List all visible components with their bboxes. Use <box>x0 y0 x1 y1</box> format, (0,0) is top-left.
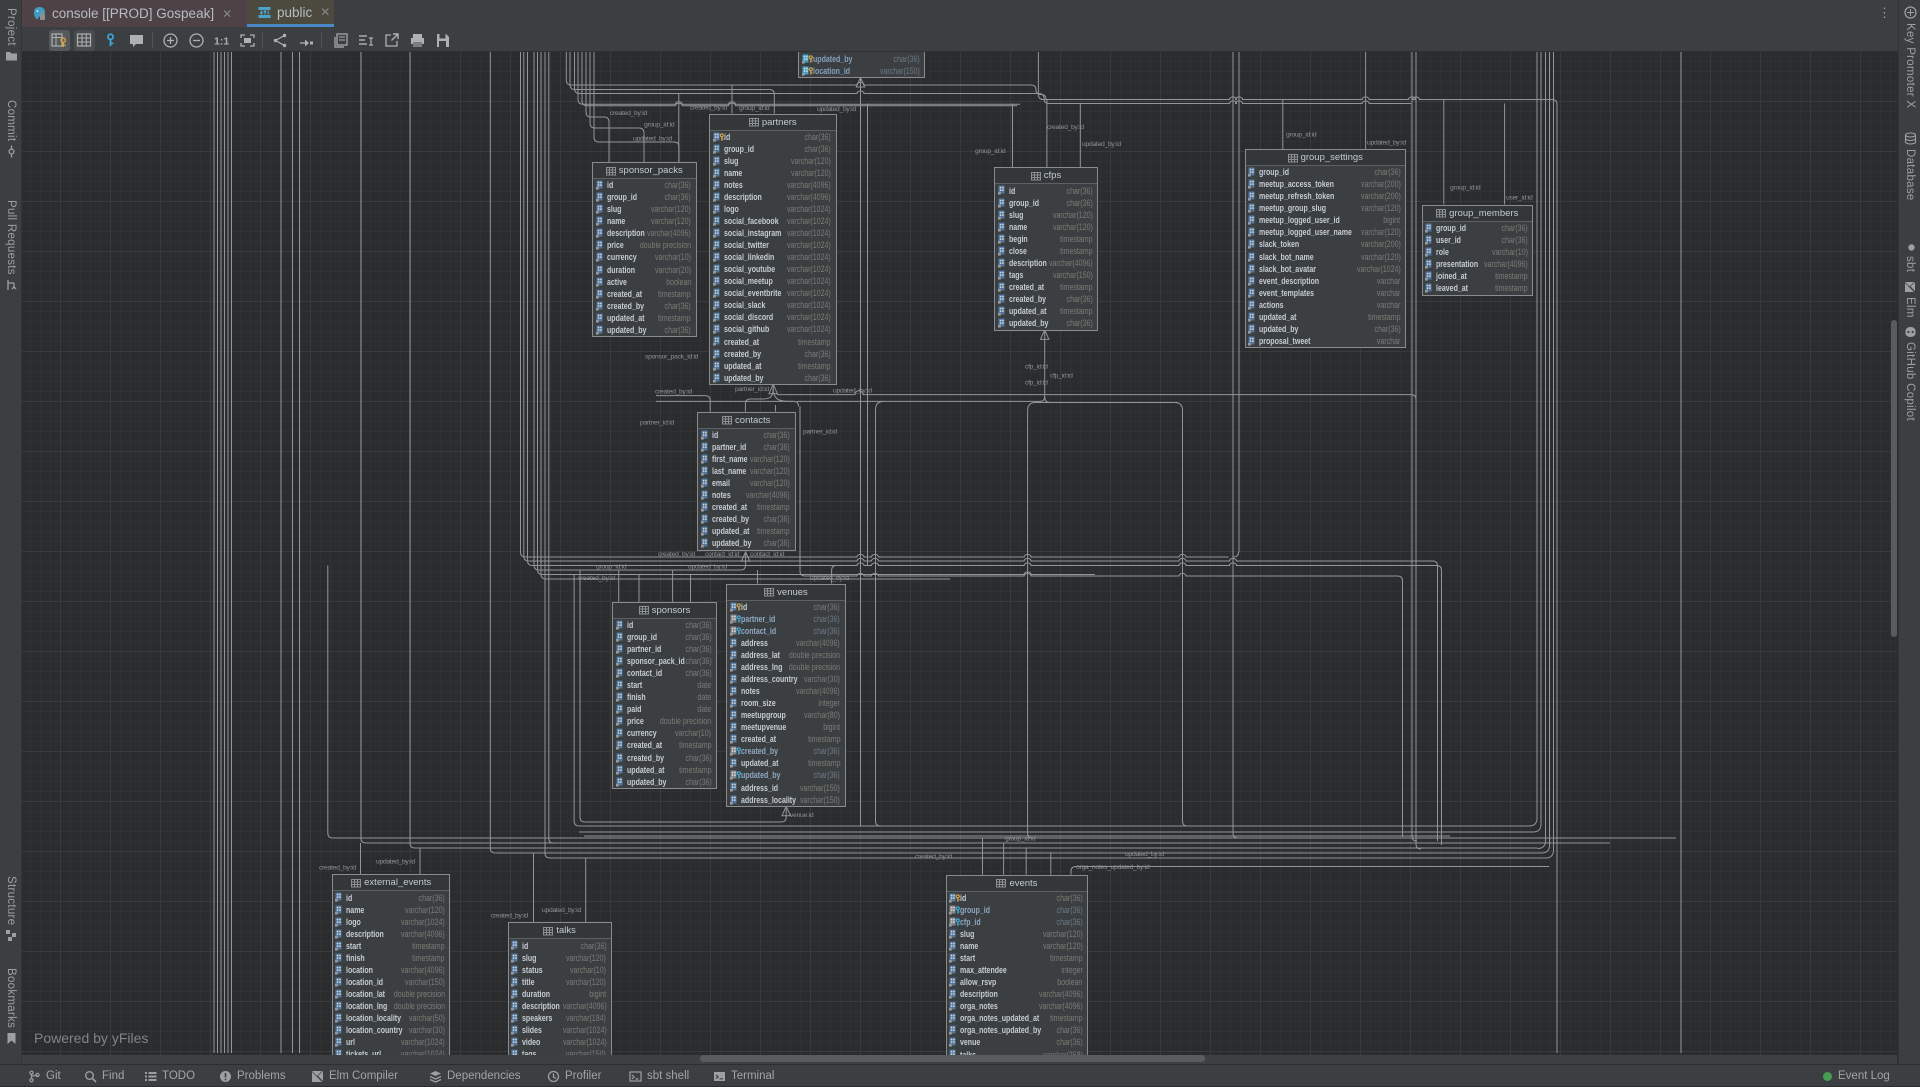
svg-text:group_id:id: group_id:id <box>644 122 675 129</box>
svg-text:partner_id:id: partner_id:id <box>735 386 769 393</box>
svg-text:updated_by:id: updated_by:id <box>833 388 872 395</box>
svg-text:updated_by:id: updated_by:id <box>1125 851 1164 858</box>
svg-text:updated_by:id: updated_by:id <box>688 564 727 571</box>
svg-text:cfp_id:id: cfp_id:id <box>1025 380 1048 387</box>
svg-text:updated_by:id: updated_by:id <box>376 859 415 866</box>
svg-text:created_by:id: created_by:id <box>319 865 356 872</box>
svg-text:group_id:id: group_id:id <box>1450 185 1481 192</box>
svg-text:group_id:id: group_id:id <box>596 563 627 570</box>
svg-text:contact_id:id: contact_id:id <box>750 551 785 558</box>
svg-text:cfp_id:id: cfp_id:id <box>1050 373 1073 380</box>
svg-text:cfp_id:id: cfp_id:id <box>1025 364 1048 371</box>
svg-text:group_id:id: group_id:id <box>739 105 770 112</box>
svg-text:orga_notes_updated_by:id: orga_notes_updated_by:id <box>1076 864 1150 871</box>
svg-text:partner_id:id: partner_id:id <box>803 429 837 436</box>
svg-text:created_by:id: created_by:id <box>491 913 528 920</box>
svg-text:created_by:id: created_by:id <box>1047 124 1084 131</box>
svg-text:group_id:id: group_id:id <box>1286 132 1317 139</box>
svg-text:updated_by:id: updated_by:id <box>542 907 581 914</box>
svg-text:updated_by:id: updated_by:id <box>1082 141 1121 148</box>
svg-text:created_by:id: created_by:id <box>690 105 727 112</box>
svg-text:created_by:id: created_by:id <box>658 551 695 558</box>
svg-text:created_by:id: created_by:id <box>655 389 692 396</box>
svg-text:updated_by:id: updated_by:id <box>1367 140 1406 147</box>
svg-text:contact_id:id: contact_id:id <box>705 551 740 558</box>
svg-text:partner_id:id: partner_id:id <box>640 420 674 427</box>
svg-text:updated_by:id: updated_by:id <box>817 106 856 113</box>
svg-text:1:1: 1:1 <box>214 36 229 48</box>
svg-text:created_by:id: created_by:id <box>915 853 952 860</box>
svg-text:updated_by:id: updated_by:id <box>633 136 672 143</box>
svg-text:created_by:id: created_by:id <box>578 575 615 582</box>
svg-text:group_id:id: group_id:id <box>975 148 1006 155</box>
svg-text:group_id:id: group_id:id <box>1005 836 1036 843</box>
svg-text:venue:id: venue:id <box>790 812 814 819</box>
svg-text:updated_by:id: updated_by:id <box>810 575 849 582</box>
svg-text:user_id:id: user_id:id <box>1506 195 1533 202</box>
svg-text:sponsor_pack_id:id: sponsor_pack_id:id <box>645 354 699 361</box>
svg-text:created_by:id: created_by:id <box>610 110 647 117</box>
